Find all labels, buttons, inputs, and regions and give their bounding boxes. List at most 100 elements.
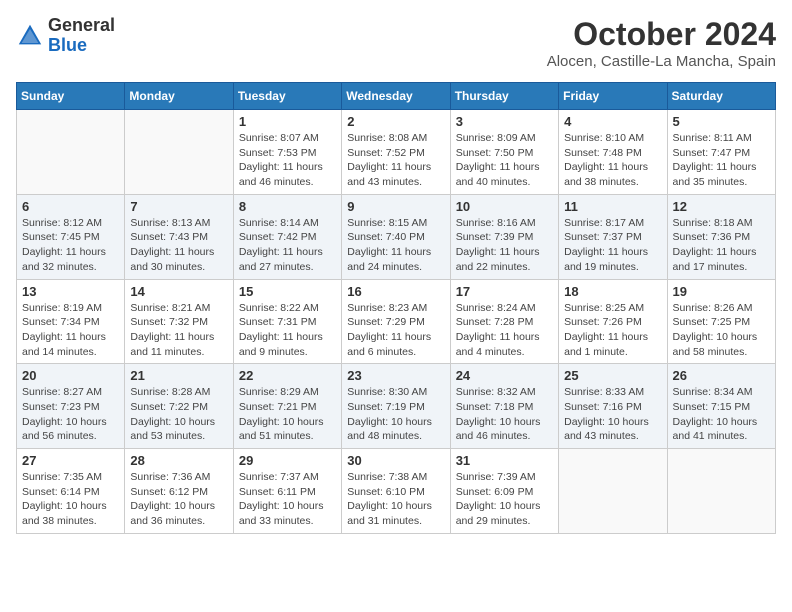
- calendar-week-4: 20 Sunrise: 8:27 AM Sunset: 7:23 PM Dayli…: [17, 364, 776, 449]
- calendar-day-22: 22 Sunrise: 8:29 AM Sunset: 7:21 PM Dayli…: [233, 364, 341, 449]
- calendar-empty: [17, 110, 125, 195]
- day-number: 25: [564, 368, 661, 383]
- page-header: General Blue October 2024 Alocen, Castil…: [16, 16, 776, 70]
- header-thursday: Thursday: [450, 83, 558, 110]
- day-number: 7: [130, 199, 227, 214]
- day-number: 18: [564, 284, 661, 299]
- calendar-day-29: 29Sunrise: 7:37 AM Sunset: 6:11 PM Dayli…: [233, 449, 341, 534]
- header-tuesday: Tuesday: [233, 83, 341, 110]
- header-monday: Monday: [125, 83, 233, 110]
- calendar-day-9: 9 Sunrise: 8:15 AM Sunset: 7:40 PM Daylig…: [342, 194, 450, 279]
- day-info: Sunrise: 8:30 AM Sunset: 7:19 PM Dayligh…: [347, 385, 444, 444]
- day-number: 8: [239, 199, 336, 214]
- day-number: 24: [456, 368, 553, 383]
- day-number: 30: [347, 453, 444, 468]
- day-info: Sunrise: 8:15 AM Sunset: 7:40 PM Dayligh…: [347, 216, 444, 275]
- title-block: October 2024 Alocen, Castille-La Mancha,…: [547, 16, 776, 70]
- calendar-week-5: 27 Sunrise: 7:35 AM Sunset: 6:14 PM Dayli…: [17, 449, 776, 534]
- day-info: Sunrise: 8:21 AM Sunset: 7:32 PM Dayligh…: [130, 301, 227, 360]
- day-number: 22: [239, 368, 336, 383]
- day-number: 16: [347, 284, 444, 299]
- calendar-empty: [125, 110, 233, 195]
- day-info: Sunrise: 8:32 AM Sunset: 7:18 PM Dayligh…: [456, 385, 553, 444]
- day-number: 3: [456, 114, 553, 129]
- day-number: 4: [564, 114, 661, 129]
- logo-blue: Blue: [48, 35, 87, 55]
- day-number: 26: [673, 368, 770, 383]
- day-number: 19: [673, 284, 770, 299]
- day-number: 11: [564, 199, 661, 214]
- day-info: Sunrise: 8:33 AM Sunset: 7:16 PM Dayligh…: [564, 385, 661, 444]
- day-info: Sunrise: 8:18 AM Sunset: 7:36 PM Dayligh…: [673, 216, 770, 275]
- logo-text: General Blue: [48, 16, 115, 56]
- calendar-day-19: 19 Sunrise: 8:26 AM Sunset: 7:25 PM Dayli…: [667, 279, 775, 364]
- calendar-empty: [667, 449, 775, 534]
- day-number: 23: [347, 368, 444, 383]
- calendar-day-30: 30 Sunrise: 7:38 AM Sunset: 6:10 PM Dayli…: [342, 449, 450, 534]
- day-info: Sunrise: 8:28 AM Sunset: 7:22 PM Dayligh…: [130, 385, 227, 444]
- calendar-day-28: 28 Sunrise: 7:36 AM Sunset: 6:12 PM Dayli…: [125, 449, 233, 534]
- day-number: 31: [456, 453, 553, 468]
- day-info: Sunrise: 7:36 AM Sunset: 6:12 PM Dayligh…: [130, 470, 227, 529]
- calendar-day-8: 8Sunrise: 8:14 AM Sunset: 7:42 PM Daylig…: [233, 194, 341, 279]
- calendar-day-27: 27 Sunrise: 7:35 AM Sunset: 6:14 PM Dayli…: [17, 449, 125, 534]
- day-number: 9: [347, 199, 444, 214]
- calendar-day-1: 1 Sunrise: 8:07 AM Sunset: 7:53 PM Daylig…: [233, 110, 341, 195]
- calendar-day-10: 10 Sunrise: 8:16 AM Sunset: 7:39 PM Dayli…: [450, 194, 558, 279]
- day-info: Sunrise: 8:34 AM Sunset: 7:15 PM Dayligh…: [673, 385, 770, 444]
- calendar-day-26: 26 Sunrise: 8:34 AM Sunset: 7:15 PM Dayli…: [667, 364, 775, 449]
- calendar-day-3: 3 Sunrise: 8:09 AM Sunset: 7:50 PM Daylig…: [450, 110, 558, 195]
- calendar-day-15: 15 Sunrise: 8:22 AM Sunset: 7:31 PM Dayli…: [233, 279, 341, 364]
- day-info: Sunrise: 8:22 AM Sunset: 7:31 PM Dayligh…: [239, 301, 336, 360]
- calendar-empty: [559, 449, 667, 534]
- day-number: 2: [347, 114, 444, 129]
- day-info: Sunrise: 8:24 AM Sunset: 7:28 PM Dayligh…: [456, 301, 553, 360]
- day-number: 20: [22, 368, 119, 383]
- day-info: Sunrise: 8:08 AM Sunset: 7:52 PM Dayligh…: [347, 131, 444, 190]
- day-number: 10: [456, 199, 553, 214]
- day-info: Sunrise: 8:25 AM Sunset: 7:26 PM Dayligh…: [564, 301, 661, 360]
- day-number: 13: [22, 284, 119, 299]
- day-number: 21: [130, 368, 227, 383]
- day-number: 29: [239, 453, 336, 468]
- day-info: Sunrise: 8:07 AM Sunset: 7:53 PM Dayligh…: [239, 131, 336, 190]
- day-info: Sunrise: 8:19 AM Sunset: 7:34 PM Dayligh…: [22, 301, 119, 360]
- calendar-week-3: 13 Sunrise: 8:19 AM Sunset: 7:34 PM Dayli…: [17, 279, 776, 364]
- day-number: 1: [239, 114, 336, 129]
- calendar-week-1: 1 Sunrise: 8:07 AM Sunset: 7:53 PM Daylig…: [17, 110, 776, 195]
- day-info: Sunrise: 8:26 AM Sunset: 7:25 PM Dayligh…: [673, 301, 770, 360]
- calendar-day-2: 2 Sunrise: 8:08 AM Sunset: 7:52 PM Daylig…: [342, 110, 450, 195]
- calendar-day-5: 5Sunrise: 8:11 AM Sunset: 7:47 PM Daylig…: [667, 110, 775, 195]
- day-info: Sunrise: 8:11 AM Sunset: 7:47 PM Dayligh…: [673, 131, 770, 190]
- calendar-day-21: 21 Sunrise: 8:28 AM Sunset: 7:22 PM Dayli…: [125, 364, 233, 449]
- calendar-day-20: 20 Sunrise: 8:27 AM Sunset: 7:23 PM Dayli…: [17, 364, 125, 449]
- calendar-day-13: 13 Sunrise: 8:19 AM Sunset: 7:34 PM Dayli…: [17, 279, 125, 364]
- calendar-week-2: 6 Sunrise: 8:12 AM Sunset: 7:45 PM Daylig…: [17, 194, 776, 279]
- day-info: Sunrise: 7:38 AM Sunset: 6:10 PM Dayligh…: [347, 470, 444, 529]
- logo-icon: [16, 22, 44, 50]
- calendar-day-24: 24 Sunrise: 8:32 AM Sunset: 7:18 PM Dayli…: [450, 364, 558, 449]
- day-info: Sunrise: 8:29 AM Sunset: 7:21 PM Dayligh…: [239, 385, 336, 444]
- day-info: Sunrise: 7:39 AM Sunset: 6:09 PM Dayligh…: [456, 470, 553, 529]
- calendar-day-17: 17 Sunrise: 8:24 AM Sunset: 7:28 PM Dayli…: [450, 279, 558, 364]
- day-number: 27: [22, 453, 119, 468]
- day-info: Sunrise: 8:09 AM Sunset: 7:50 PM Dayligh…: [456, 131, 553, 190]
- day-number: 6: [22, 199, 119, 214]
- day-number: 17: [456, 284, 553, 299]
- day-info: Sunrise: 8:27 AM Sunset: 7:23 PM Dayligh…: [22, 385, 119, 444]
- day-number: 14: [130, 284, 227, 299]
- header-friday: Friday: [559, 83, 667, 110]
- day-info: Sunrise: 8:12 AM Sunset: 7:45 PM Dayligh…: [22, 216, 119, 275]
- day-number: 15: [239, 284, 336, 299]
- month-title: October 2024: [547, 16, 776, 53]
- day-number: 28: [130, 453, 227, 468]
- day-info: Sunrise: 8:23 AM Sunset: 7:29 PM Dayligh…: [347, 301, 444, 360]
- calendar-day-12: 12Sunrise: 8:18 AM Sunset: 7:36 PM Dayli…: [667, 194, 775, 279]
- calendar-day-31: 31 Sunrise: 7:39 AM Sunset: 6:09 PM Dayli…: [450, 449, 558, 534]
- header-wednesday: Wednesday: [342, 83, 450, 110]
- calendar-header-row: SundayMondayTuesdayWednesdayThursdayFrid…: [17, 83, 776, 110]
- day-info: Sunrise: 7:35 AM Sunset: 6:14 PM Dayligh…: [22, 470, 119, 529]
- calendar-day-25: 25 Sunrise: 8:33 AM Sunset: 7:16 PM Dayli…: [559, 364, 667, 449]
- day-info: Sunrise: 8:16 AM Sunset: 7:39 PM Dayligh…: [456, 216, 553, 275]
- location: Alocen, Castille-La Mancha, Spain: [547, 53, 776, 70]
